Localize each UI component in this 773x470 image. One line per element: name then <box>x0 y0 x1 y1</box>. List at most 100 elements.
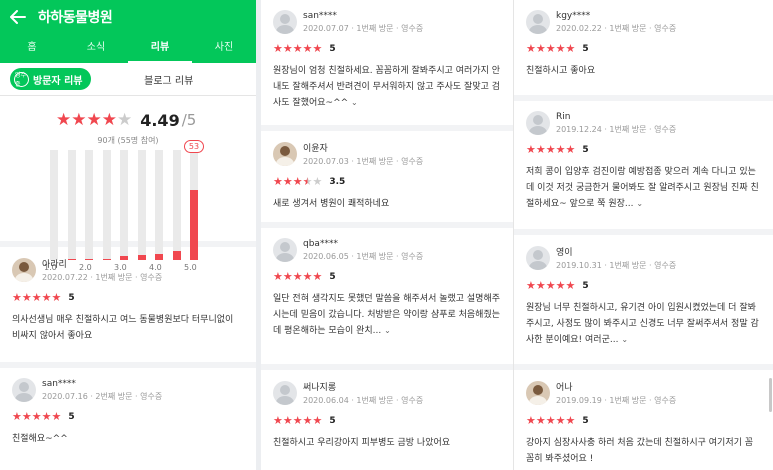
review-text[interactable]: 저희 콩이 입양후 검진이랑 예방접종 맞으러 계속 다니고 있는데 이것 저것… <box>526 164 761 212</box>
visit-info: 2020.07.03 · 1번째 방문 · 영수증 <box>303 157 424 166</box>
avatar[interactable] <box>273 10 297 34</box>
review-stars-icon: ★★★★★ <box>273 414 323 427</box>
tab-review[interactable]: 리뷰 <box>128 34 192 63</box>
review-card[interactable]: san**** 2020.07.07 · 1번째 방문 · 영수증 ★★★★★ 5 원장… <box>261 0 513 131</box>
expand-chevron-icon[interactable]: ⌄ <box>621 335 628 344</box>
review-stars-icon: ★★★★★ <box>526 42 576 55</box>
avatar[interactable] <box>12 378 36 402</box>
review-stars-icon: ★★★★★ <box>273 270 323 283</box>
review-score: 5 <box>582 144 589 155</box>
reviewer-name[interactable]: san**** <box>303 11 423 21</box>
review-score: 5 <box>582 43 589 54</box>
rating-bar <box>85 150 93 260</box>
rating-bar <box>172 150 181 260</box>
visitor-review-button[interactable]: 영수증 방문자 리뷰 <box>10 68 92 90</box>
scrollbar[interactable] <box>769 378 772 412</box>
avatar[interactable] <box>12 258 36 282</box>
review-score: 5 <box>582 415 589 426</box>
reviewer-name[interactable]: 어나 <box>556 380 676 393</box>
review-stars-icon: ★★★★★ <box>273 42 323 55</box>
visit-info: 2020.07.07 · 1번째 방문 · 영수증 <box>303 23 424 33</box>
expand-chevron-icon[interactable]: ⌄ <box>384 326 391 335</box>
review-card[interactable]: 어나 2019.09.19 · 1번째 방문 · 영수증 ★★★★★ 5 강아지 심장사… <box>514 370 773 470</box>
rating-bar <box>137 150 146 260</box>
review-stars-icon: ★★★★★ <box>526 279 576 292</box>
tab-home[interactable]: 홈 <box>0 34 64 63</box>
avatar[interactable] <box>526 246 550 270</box>
review-card[interactable]: 아라리 2020.07.22 · 1번째 방문 · 영수증 ★★★★★ 5 의사선생님 … <box>0 247 256 368</box>
review-body: 친절하시고 우리강아지 피부병도 금방 나았어요 <box>273 438 451 448</box>
reviewer-name[interactable]: san**** <box>42 379 162 389</box>
visit-info: 2020.06.05 · 1번째 방문 · 영수증 <box>303 251 424 261</box>
avatar[interactable] <box>526 381 550 405</box>
review-card[interactable]: 써나지롱 2020.06.04 · 1번째 방문 · 영수증 ★★★★★ 5 친절하시고… <box>261 370 513 470</box>
visit-info: 2019.10.31 · 1번째 방문 · 영수증 <box>556 261 677 270</box>
review-score: 5 <box>329 271 336 282</box>
highlight-count-badge: 53 <box>184 140 204 153</box>
rating-bar <box>120 150 128 260</box>
review-body: 친절해요~^^ <box>12 434 68 444</box>
review-body: 원장님이 엄청 친절하세요. 꼼꼼하게 잘봐주시고 여러가지 안내도 잘해주셔서… <box>273 66 501 108</box>
review-text[interactable]: 친절해요~^^ <box>12 431 244 447</box>
visit-info: 2020.07.22 · 1번째 방문 · 영수증 <box>42 273 163 282</box>
review-score: 5 <box>68 292 75 303</box>
reviewer-name[interactable]: kgy**** <box>556 11 676 21</box>
reviewer-name[interactable]: 영이 <box>556 245 676 258</box>
expand-chevron-icon[interactable]: ⌄ <box>636 199 643 208</box>
back-arrow-icon[interactable] <box>10 7 30 27</box>
review-stars-icon: ★★★★★ <box>12 291 62 304</box>
review-stars-icon: ★★★★★ <box>12 410 62 423</box>
review-card[interactable]: 영이 2019.10.31 · 1번째 방문 · 영수증 ★★★★★ 5 원장님 너무 … <box>514 235 773 370</box>
reviewer-name[interactable]: 써나지롱 <box>303 380 423 393</box>
expand-chevron-icon[interactable]: ⌄ <box>351 98 358 107</box>
reviewer-name[interactable]: qba**** <box>303 239 423 249</box>
place-title: 하하동물병원 <box>38 10 113 26</box>
review-score: 5 <box>582 280 589 291</box>
review-text[interactable]: 의사선생님 매우 친절하시고 여느 동물병원보다 터무니없이 비싸지 않아서 좋… <box>12 312 244 344</box>
review-text[interactable]: 일단 전혀 생각지도 못했던 말씀을 해주셔서 놀랬고 설명해주시는데 믿음이 … <box>273 291 501 339</box>
visit-info: 2020.06.04 · 1번째 방문 · 영수증 <box>303 396 424 405</box>
visitor-review-label: 방문자 리뷰 <box>33 75 83 87</box>
review-body: 강아지 심장사사충 하러 처음 갔는데 친절하시구 여기저기 꼼꼼히 봐주셨어요… <box>526 438 754 464</box>
average-score: 4.49 <box>140 110 180 130</box>
review-body: 친절하시고 좋아요 <box>526 66 596 76</box>
review-list-column: kgy**** 2020.02.22 · 1번째 방문 · 영수증 ★★★★★ 5 친절… <box>514 0 773 470</box>
avatar[interactable] <box>273 381 297 405</box>
top-bar: 하하동물병원 <box>0 0 256 34</box>
review-body: 의사선생님 매우 친절하시고 여느 동물병원보다 터무니없이 비싸지 않아서 좋… <box>12 315 234 341</box>
reviewer-name[interactable]: 이윤자 <box>303 141 423 154</box>
review-card[interactable]: 이윤자 2020.07.03 · 1번째 방문 · 영수증 ★★★★★ 3.5 새로 생… <box>261 131 513 228</box>
review-card[interactable]: san**** 2020.07.16 · 2번째 방문 · 영수증 ★★★★★ 5 친절… <box>0 368 256 470</box>
review-stars-icon: ★★★★★ <box>526 143 576 156</box>
visit-info: 2019.12.24 · 1번째 방문 · 영수증 <box>556 124 677 134</box>
avatar[interactable] <box>273 238 297 262</box>
reviewer-name[interactable]: 아라리 <box>42 257 162 270</box>
receipt-badge-icon: 영수증 <box>14 71 29 88</box>
tab-photo[interactable]: 사진 <box>192 34 256 63</box>
review-text[interactable]: 친절하시고 좋아요 <box>526 63 761 79</box>
review-score: 5 <box>329 43 336 54</box>
review-card[interactable]: qba**** 2020.06.05 · 1번째 방문 · 영수증 ★★★★★ 5 일단… <box>261 228 513 370</box>
blog-review-button[interactable]: 블로그 리뷰 <box>91 72 246 87</box>
visit-info: 2020.07.16 · 2번째 방문 · 영수증 <box>42 391 163 401</box>
review-card[interactable]: Rin 2019.12.24 · 1번째 방문 · 영수증 ★★★★★ 5 저희 콩이 … <box>514 101 773 235</box>
review-card[interactable]: kgy**** 2020.02.22 · 1번째 방문 · 영수증 ★★★★★ 5 친절… <box>514 0 773 101</box>
visit-info: 2020.02.22 · 1번째 방문 · 영수증 <box>556 23 677 33</box>
rating-summary: ★★★★★ 4.49 /5 90개 (55명 참여) 53 1.0 2.0 3.0 4… <box>0 96 256 272</box>
tab-bar: 홈 소식 리뷰 사진 <box>0 34 256 63</box>
avatar[interactable] <box>526 10 550 34</box>
review-text[interactable]: 원장님이 엄청 친절하세요. 꼼꼼하게 잘봐주시고 여러가지 안내도 잘해주셔서… <box>273 63 501 111</box>
review-text[interactable]: 강아지 심장사사충 하러 처음 갔는데 친절하시구 여기저기 꼼꼼히 봐주셨어요… <box>526 435 761 467</box>
avatar[interactable] <box>526 111 550 135</box>
review-text[interactable]: 원장님 너무 친절하시고, 유기견 아이 입원시켰었는데 더 잘봐주시고, 사정… <box>526 300 761 348</box>
review-count: 90개 (55명 참여) <box>97 136 159 145</box>
reviewer-name[interactable]: Rin <box>556 112 676 122</box>
review-text[interactable]: 새로 생겨서 병원이 쾌적하네요 <box>273 196 501 212</box>
avatar[interactable] <box>273 142 297 166</box>
rating-bar <box>102 150 111 260</box>
rating-bar <box>50 150 58 260</box>
rating-bar <box>155 150 163 260</box>
tab-news[interactable]: 소식 <box>64 34 128 63</box>
review-list-column: san**** 2020.07.07 · 1번째 방문 · 영수증 ★★★★★ 5 원장… <box>261 0 513 470</box>
review-text[interactable]: 친절하시고 우리강아지 피부병도 금방 나았어요 <box>273 435 501 451</box>
